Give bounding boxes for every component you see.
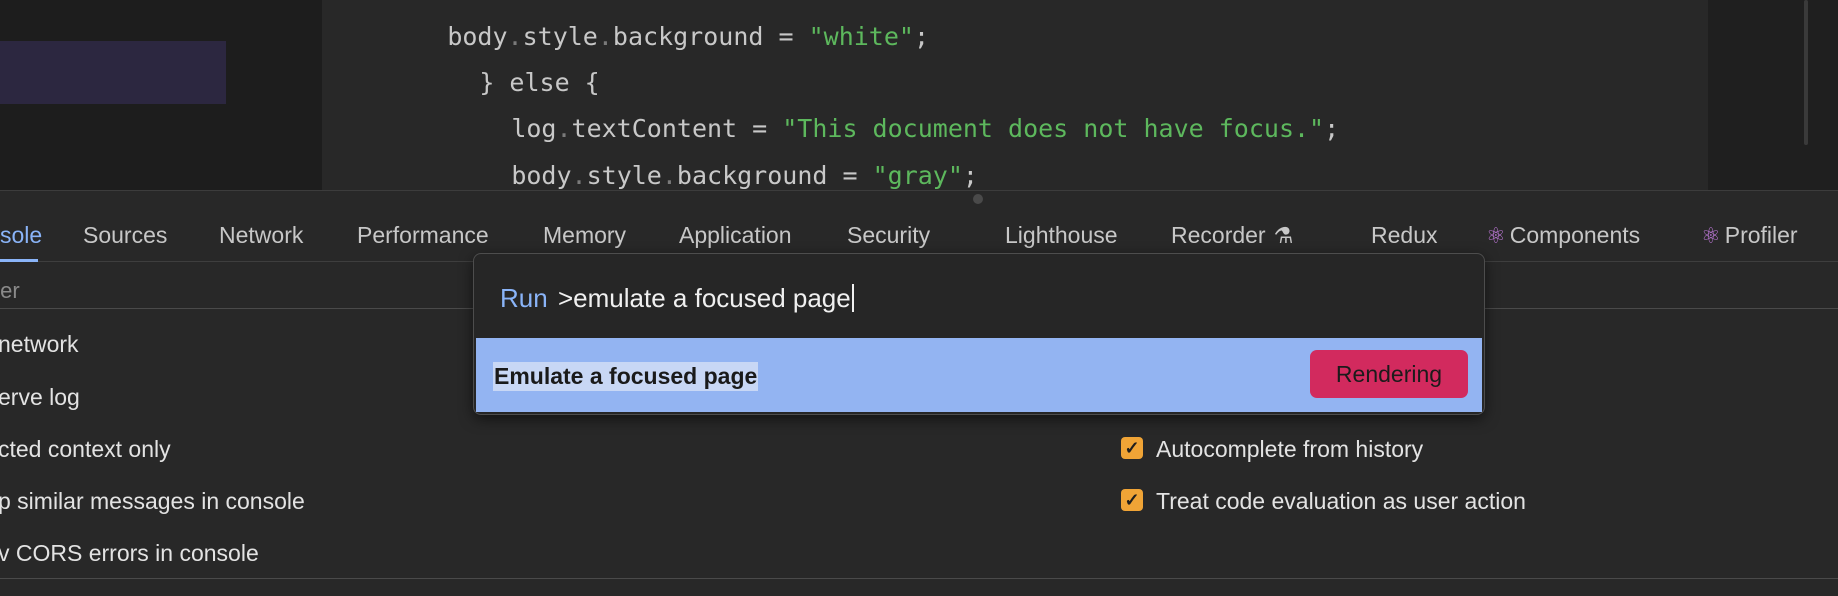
divider <box>0 578 1838 579</box>
tab-recorder[interactable]: Recorder ⚗ <box>1171 222 1293 249</box>
tab-security[interactable]: Security <box>847 222 930 249</box>
setting-selected-context-only[interactable]: cted context only <box>0 436 171 463</box>
tab-network[interactable]: Network <box>219 222 303 249</box>
command-query[interactable]: >emulate a focused page <box>558 283 854 314</box>
tab-performance[interactable]: Performance <box>357 222 489 249</box>
setting-preserve-log[interactable]: erve log <box>0 384 80 411</box>
command-prefix: Run <box>500 283 548 313</box>
panel-splitter[interactable] <box>0 190 1838 191</box>
selected-file-row[interactable] <box>0 41 226 104</box>
setting-group-similar[interactable]: p similar messages in console <box>0 488 305 515</box>
command-result-item[interactable]: Emulate a focused page Rendering <box>476 338 1482 412</box>
tab-components[interactable]: ⚛ Components <box>1486 222 1640 249</box>
tab-console[interactable]: sole <box>0 222 42 249</box>
setting-cors-errors[interactable]: v CORS errors in console <box>0 540 259 567</box>
tab-redux[interactable]: Redux <box>1371 222 1437 249</box>
text-caret <box>851 284 854 312</box>
tab-sources[interactable]: Sources <box>83 222 167 249</box>
editor-scrollbar[interactable] <box>1804 0 1808 145</box>
category-badge: Rendering <box>1310 350 1468 398</box>
setting-user-action-label[interactable]: Treat code evaluation as user action <box>1156 488 1526 515</box>
user-action-checkbox[interactable]: ✓ <box>1121 489 1143 511</box>
command-input[interactable]: Run >emulate a focused page <box>474 254 1484 336</box>
code-editor[interactable]: body.style.background = "white"; } else … <box>322 0 1708 190</box>
editor-gutter <box>1708 0 1838 190</box>
tab-profiler[interactable]: ⚛ Profiler <box>1701 222 1798 249</box>
autocomplete-checkbox[interactable]: ✓ <box>1121 437 1143 459</box>
code-area: body.style.background = "white"; } else … <box>0 0 1838 190</box>
tab-lighthouse[interactable]: Lighthouse <box>1005 222 1118 249</box>
react-icon: ⚛ <box>1701 223 1721 248</box>
command-menu: Run >emulate a focused page Emulate a fo… <box>473 253 1485 415</box>
setting-autocomplete-label[interactable]: Autocomplete from history <box>1156 436 1423 463</box>
tab-memory[interactable]: Memory <box>543 222 626 249</box>
filter-input[interactable]: ter <box>0 278 20 304</box>
command-result-title: Emulate a focused page <box>493 362 759 391</box>
setting-hide-network[interactable]: network <box>0 331 79 358</box>
tab-application[interactable]: Application <box>679 222 792 249</box>
code-line: body.style.background = "gray"; <box>511 161 978 190</box>
beaker-icon: ⚗ <box>1273 223 1294 248</box>
code-line: } <box>389 176 494 190</box>
react-icon: ⚛ <box>1486 223 1506 248</box>
file-navigator[interactable] <box>0 0 322 190</box>
splitter-handle[interactable] <box>973 194 983 204</box>
